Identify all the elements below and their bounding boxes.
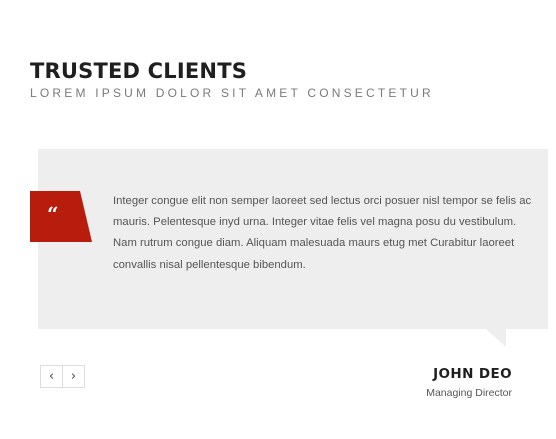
quote-icon: “ [47,202,59,226]
prev-button[interactable]: ‹ [40,365,63,388]
quote-badge [30,191,92,242]
section-title: TRUSTED CLIENTS [30,59,248,84]
author-name: JOHN DEO [433,366,512,382]
chevron-left-icon: ‹ [48,369,55,384]
next-button[interactable]: › [62,365,85,388]
testimonial-card-pointer [486,329,506,347]
chevron-right-icon: › [70,369,77,384]
author-role: Managing Director [426,387,512,399]
testimonial-navigation: ‹ › [40,365,85,388]
testimonial-text: Integer congue elit non semper laoreet s… [113,195,532,271]
section-subtitle: LOREM IPSUM DOLOR SIT AMET CONSECTETUR [30,86,434,100]
